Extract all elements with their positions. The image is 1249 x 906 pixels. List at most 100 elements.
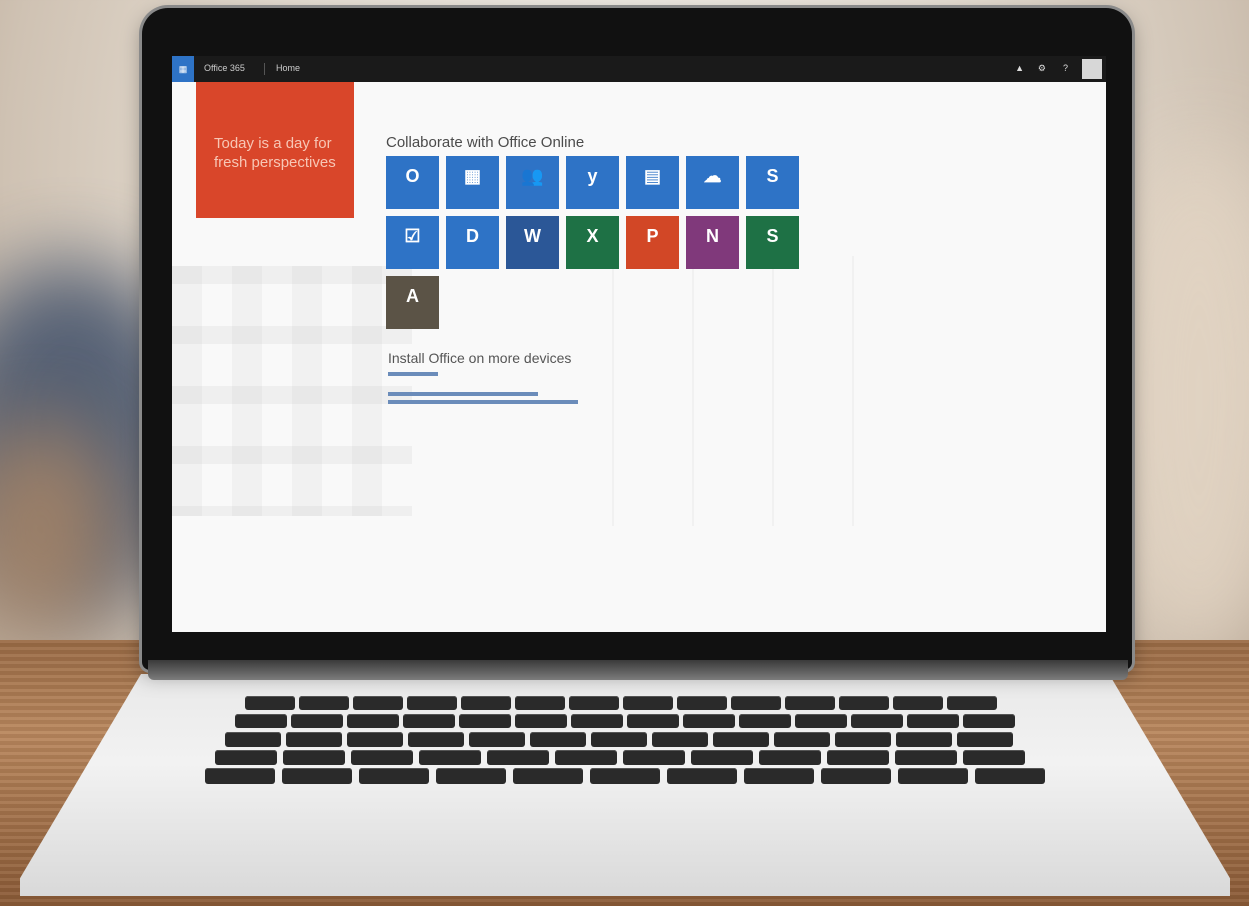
- promo-text: Today is a day for fresh perspectives: [214, 135, 336, 171]
- onedrive-tile[interactable]: ☁: [686, 156, 739, 209]
- keyboard-key: [691, 750, 753, 765]
- word-online-tile[interactable]: W: [506, 216, 559, 269]
- powerpoint-icon: P: [646, 226, 659, 246]
- keyboard-key: [515, 696, 565, 710]
- keyboard-key: [515, 714, 567, 728]
- keyboard-key: [677, 696, 727, 710]
- onedrive-icon: ☁: [703, 166, 722, 186]
- keyboard-key: [569, 696, 619, 710]
- install-info-line-2[interactable]: [388, 400, 578, 404]
- background-watermark-right: [612, 256, 872, 526]
- keyboard-key: [963, 750, 1025, 765]
- admin-icon: A: [406, 286, 419, 306]
- keyboard-key: [774, 732, 830, 747]
- app-launcher-icon[interactable]: ▦: [172, 56, 194, 82]
- keyboard-key: [283, 750, 345, 765]
- keyboard-key: [351, 750, 413, 765]
- sway-icon: S: [766, 226, 779, 246]
- home-link[interactable]: Home: [276, 63, 300, 73]
- keyboard-key: [359, 768, 429, 784]
- collaborate-title: Collaborate with Office Online: [386, 134, 585, 151]
- yammer-tile[interactable]: y: [566, 156, 619, 209]
- keyboard-key: [683, 714, 735, 728]
- keyboard-key: [347, 732, 403, 747]
- keyboard-key: [291, 714, 343, 728]
- mail-tile[interactable]: O: [386, 156, 439, 209]
- calendar-icon: ▦: [463, 166, 481, 186]
- tasks-icon: ☑: [404, 226, 421, 246]
- keyboard-key: [235, 714, 287, 728]
- keyboard-key: [461, 696, 511, 710]
- top-navigation-bar: ▦ Office 365 Home ▲ ⚙ ?: [172, 56, 1106, 82]
- people-icon: 👥: [521, 166, 544, 186]
- keyboard-key: [245, 696, 295, 710]
- keyboard-key: [419, 750, 481, 765]
- keyboard-key: [436, 768, 506, 784]
- keyboard-key: [408, 732, 464, 747]
- onenote-online-tile[interactable]: N: [686, 216, 739, 269]
- keyboard-key: [571, 714, 623, 728]
- laptop-screen: ▦ Office 365 Home ▲ ⚙ ? Today is a day f…: [172, 56, 1106, 632]
- keyboard-key: [759, 750, 821, 765]
- keyboard-key: [744, 768, 814, 784]
- newsfeed-icon: ▤: [643, 166, 661, 186]
- sway-tile[interactable]: S: [746, 216, 799, 269]
- keyboard-key: [963, 714, 1015, 728]
- keyboard-key: [353, 696, 403, 710]
- avatar[interactable]: [1082, 59, 1102, 79]
- keyboard-key: [623, 696, 673, 710]
- topbar-divider: [264, 63, 265, 75]
- help-icon[interactable]: ?: [1063, 63, 1068, 73]
- keyboard-key: [555, 750, 617, 765]
- keyboard-key: [975, 768, 1045, 784]
- keyboard-key: [627, 714, 679, 728]
- delve-tile[interactable]: D: [446, 216, 499, 269]
- keyboard-key: [530, 732, 586, 747]
- bell-icon[interactable]: ▲: [1015, 63, 1024, 73]
- laptop-keyboard: [205, 692, 1065, 792]
- calendar-tile[interactable]: ▦: [446, 156, 499, 209]
- gear-icon[interactable]: ⚙: [1038, 63, 1046, 74]
- keyboard-key: [739, 714, 791, 728]
- keyboard-key: [835, 732, 891, 747]
- keyboard-key: [205, 768, 275, 784]
- tasks-tile[interactable]: ☑: [386, 216, 439, 269]
- keyboard-key: [907, 714, 959, 728]
- keyboard-key: [839, 696, 889, 710]
- laptop-hinge: [148, 660, 1128, 680]
- keyboard-key: [590, 768, 660, 784]
- keyboard-key: [225, 732, 281, 747]
- keyboard-key: [459, 714, 511, 728]
- outlook-icon: O: [405, 166, 420, 186]
- keyboard-key: [957, 732, 1013, 747]
- keyboard-key: [731, 696, 781, 710]
- keyboard-key: [827, 750, 889, 765]
- sites-tile[interactable]: S: [746, 156, 799, 209]
- word-icon: W: [524, 226, 541, 246]
- keyboard-key: [898, 768, 968, 784]
- excel-icon: X: [586, 226, 599, 246]
- keyboard-key: [821, 768, 891, 784]
- keyboard-key: [785, 696, 835, 710]
- yammer-icon: y: [587, 166, 598, 186]
- keyboard-key: [795, 714, 847, 728]
- install-info-line-1[interactable]: [388, 392, 538, 396]
- keyboard-key: [947, 696, 997, 710]
- app-name-link[interactable]: Office 365: [204, 63, 245, 73]
- keyboard-key: [282, 768, 352, 784]
- keyboard-key: [299, 696, 349, 710]
- keyboard-key: [591, 732, 647, 747]
- keyboard-key: [652, 732, 708, 747]
- powerpoint-online-tile[interactable]: P: [626, 216, 679, 269]
- install-link[interactable]: [388, 372, 438, 376]
- keyboard-key: [407, 696, 457, 710]
- admin-tile[interactable]: A: [386, 276, 439, 329]
- keyboard-key: [513, 768, 583, 784]
- keyboard-key: [851, 714, 903, 728]
- keyboard-key: [469, 732, 525, 747]
- excel-online-tile[interactable]: X: [566, 216, 619, 269]
- people-tile[interactable]: 👥: [506, 156, 559, 209]
- keyboard-key: [895, 750, 957, 765]
- keyboard-key: [215, 750, 277, 765]
- newsfeed-tile[interactable]: ▤: [626, 156, 679, 209]
